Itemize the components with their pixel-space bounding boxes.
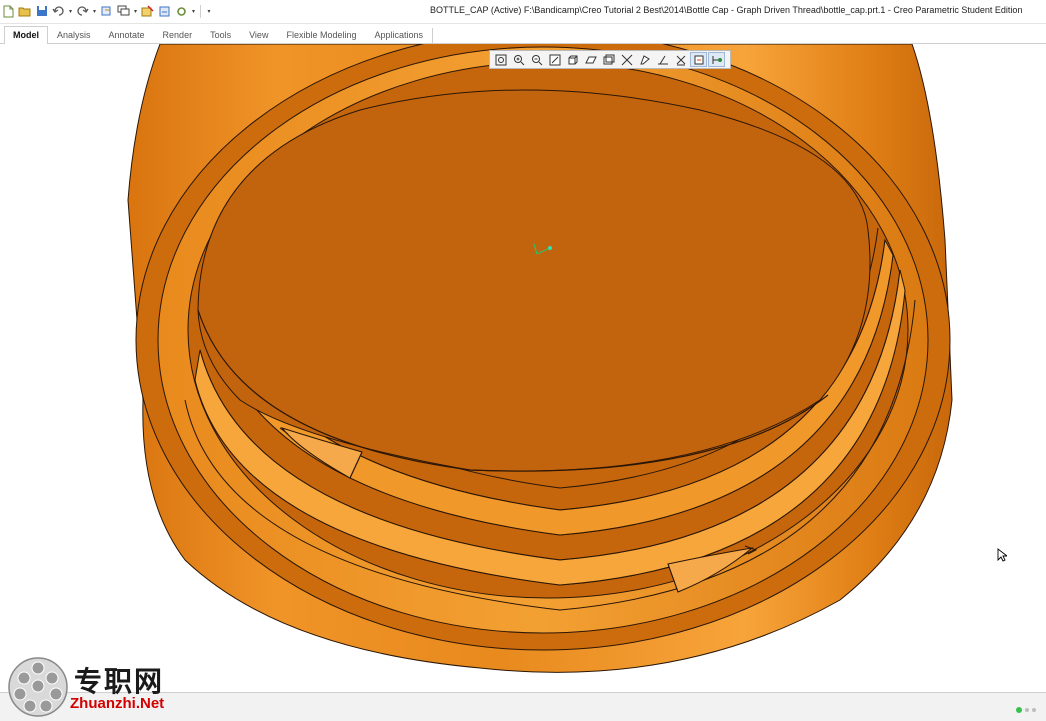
new-file-icon[interactable] bbox=[0, 4, 15, 19]
regenerate-icon[interactable] bbox=[99, 4, 114, 19]
more-commands-icon[interactable]: ▾ bbox=[205, 4, 213, 19]
annotation-display-icon[interactable] bbox=[636, 52, 653, 67]
repaint-icon[interactable] bbox=[546, 52, 563, 67]
open-folder-icon[interactable] bbox=[17, 4, 32, 19]
title-bar: ▾ ▾ ▾ ▾ ▾ BOTTLE_CAP (Active) F:\Bandica… bbox=[0, 0, 1046, 24]
tab-tools[interactable]: Tools bbox=[201, 26, 240, 44]
status-dot-icon bbox=[1032, 708, 1036, 712]
window-title: BOTTLE_CAP (Active) F:\Bandicamp\Creo Tu… bbox=[430, 5, 1023, 15]
point-display-icon[interactable] bbox=[708, 52, 725, 67]
view-manager-icon[interactable] bbox=[600, 52, 617, 67]
watermark-site-text: Zhuanzhi.Net bbox=[70, 695, 165, 712]
settings-dropdown-icon[interactable]: ▾ bbox=[191, 4, 196, 19]
watermark-chinese-text: 专职网 bbox=[74, 665, 165, 698]
graphics-toolbar bbox=[489, 50, 731, 69]
tab-flexible-modeling[interactable]: Flexible Modeling bbox=[277, 26, 365, 44]
graphics-viewport[interactable] bbox=[0, 44, 1046, 692]
saved-orientations-icon[interactable] bbox=[582, 52, 599, 67]
regen-status-icon bbox=[1016, 707, 1022, 713]
tab-annotate[interactable]: Annotate bbox=[100, 26, 154, 44]
tab-model[interactable]: Model bbox=[4, 26, 48, 44]
redo-icon[interactable] bbox=[75, 4, 90, 19]
windows-dropdown-icon[interactable]: ▾ bbox=[133, 4, 138, 19]
undo-dropdown-icon[interactable]: ▾ bbox=[68, 4, 73, 19]
spin-center-icon[interactable] bbox=[654, 52, 671, 67]
appearance-icon[interactable] bbox=[690, 52, 707, 67]
tab-analysis[interactable]: Analysis bbox=[48, 26, 100, 44]
save-icon[interactable] bbox=[34, 4, 49, 19]
status-dot-icon bbox=[1025, 708, 1029, 712]
close-window-icon[interactable] bbox=[140, 4, 155, 19]
settings-icon[interactable] bbox=[174, 4, 189, 19]
windows-icon[interactable] bbox=[116, 4, 131, 19]
tab-divider bbox=[432, 28, 434, 43]
refit-icon[interactable] bbox=[492, 52, 509, 67]
datum-display-icon[interactable] bbox=[618, 52, 635, 67]
plane-tag-icon[interactable] bbox=[672, 52, 689, 67]
mouse-cursor bbox=[997, 548, 1009, 567]
tab-view[interactable]: View bbox=[240, 26, 277, 44]
toolbar-separator bbox=[200, 4, 201, 18]
display-style-icon[interactable] bbox=[564, 52, 581, 67]
status-indicator bbox=[1016, 707, 1036, 713]
tab-applications[interactable]: Applications bbox=[366, 26, 433, 44]
bottle-cap-model[interactable] bbox=[0, 44, 1046, 692]
undo-icon[interactable] bbox=[51, 4, 66, 19]
ribbon-tab-bar: Model Analysis Annotate Render Tools Vie… bbox=[0, 24, 1046, 44]
zoom-out-icon[interactable] bbox=[528, 52, 545, 67]
quick-access-toolbar: ▾ ▾ ▾ ▾ ▾ bbox=[0, 3, 213, 19]
tab-render[interactable]: Render bbox=[154, 26, 202, 44]
watermark-logo-icon bbox=[8, 657, 68, 717]
watermark: 专职网 Zhuanzhi.Net bbox=[4, 656, 194, 720]
redo-dropdown-icon[interactable]: ▾ bbox=[92, 4, 97, 19]
zoom-in-icon[interactable] bbox=[510, 52, 527, 67]
customize-icon[interactable] bbox=[157, 4, 172, 19]
